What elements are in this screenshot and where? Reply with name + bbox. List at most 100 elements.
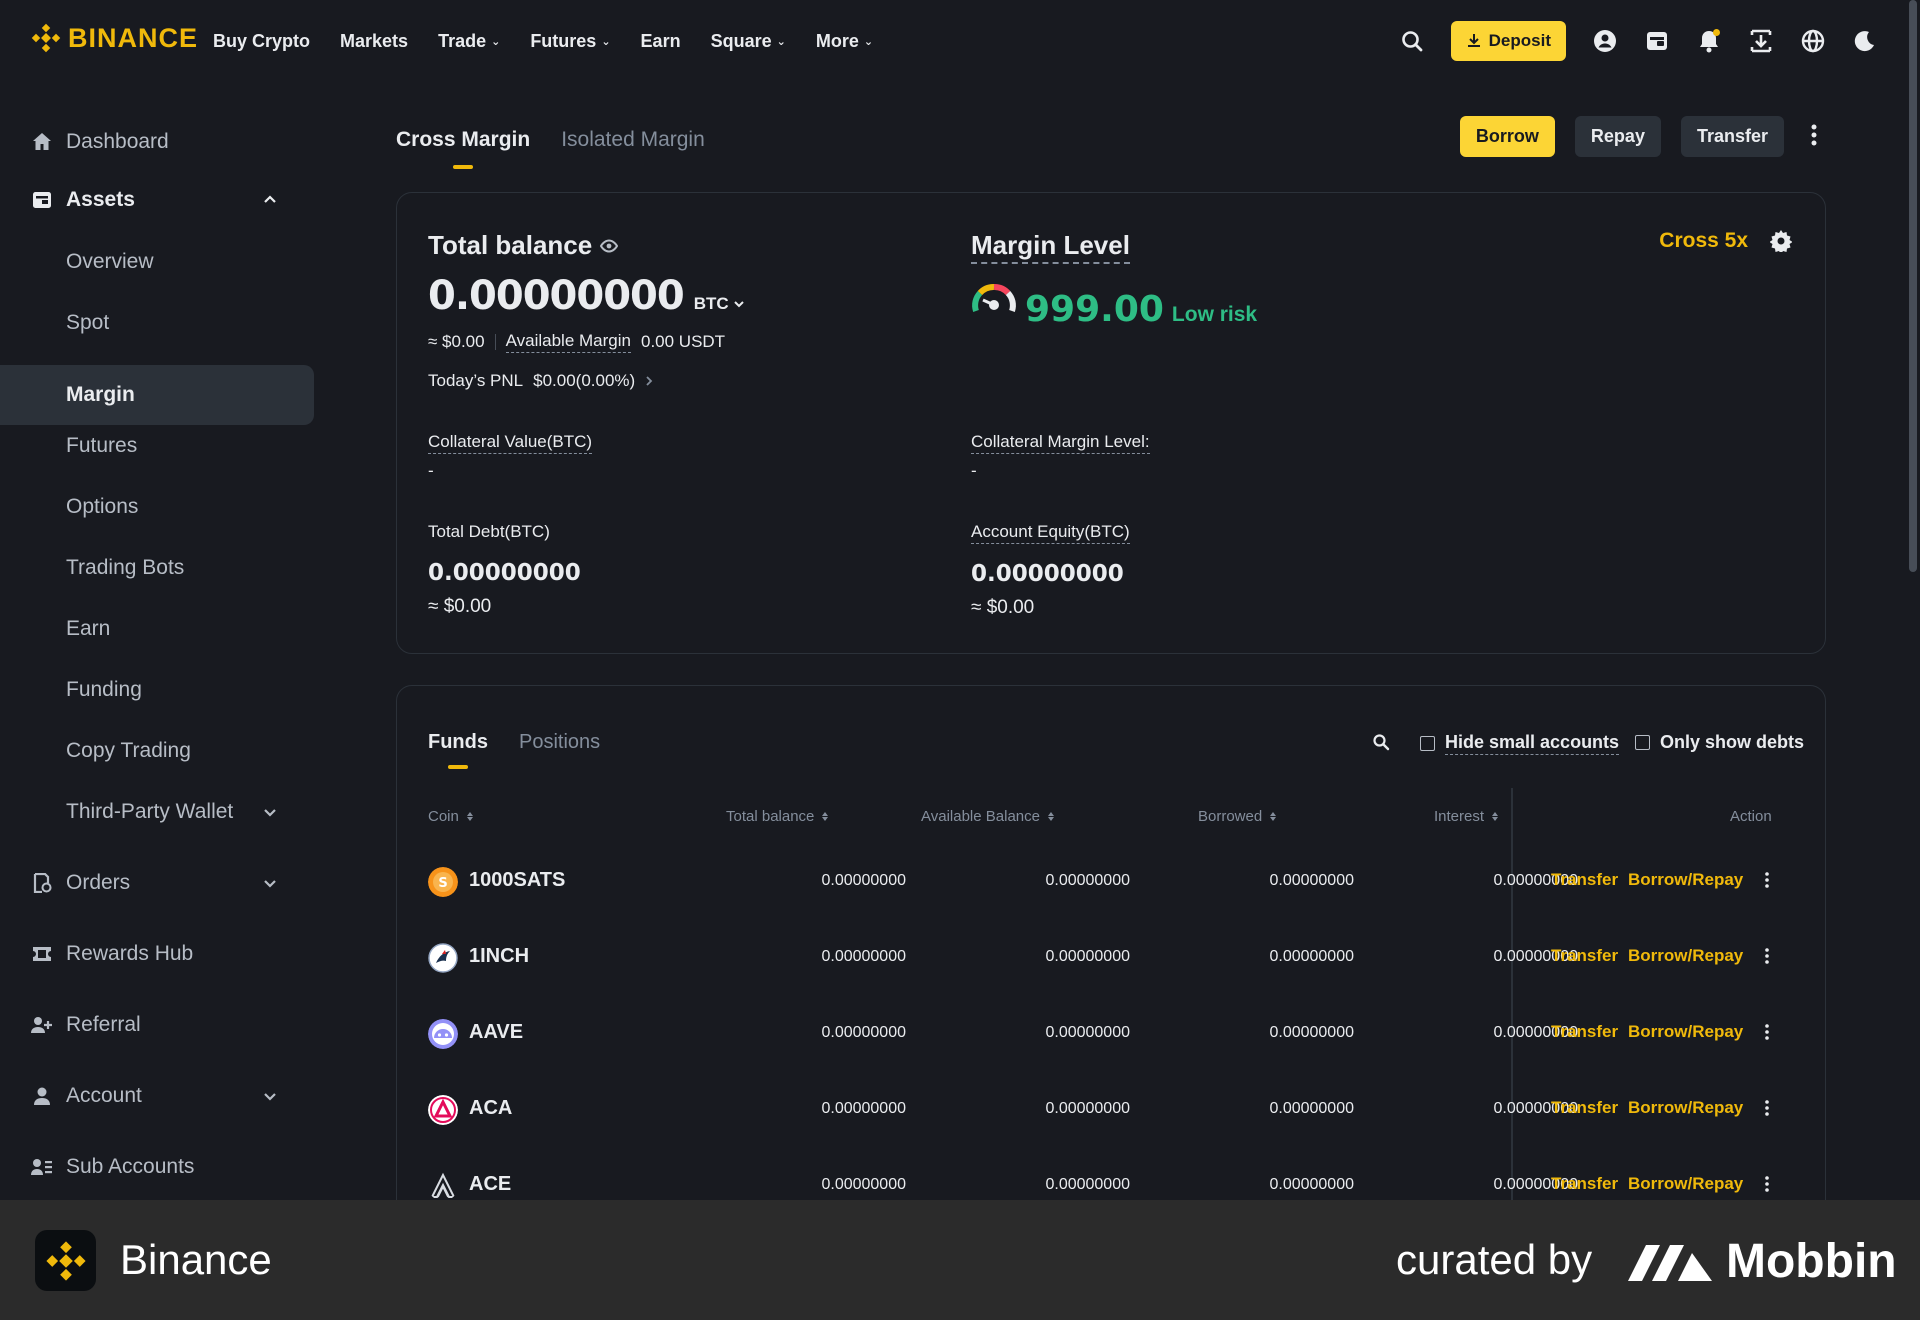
hide-small-accounts-label: Hide small accounts <box>1445 732 1620 755</box>
transfer-button[interactable]: Transfer <box>1680 116 1784 157</box>
home-icon <box>31 131 53 153</box>
sidebar-item-trading-bots[interactable]: Trading Bots <box>0 538 314 598</box>
total-debt-label: Total Debt(BTC) <box>428 522 550 541</box>
pnl-value: $0.00(0.00%) <box>533 371 636 390</box>
sidebar-item-overview[interactable]: Overview <box>0 232 314 292</box>
bell-icon[interactable] <box>1696 28 1722 54</box>
checkbox[interactable] <box>1635 735 1650 750</box>
more-options-icon[interactable] <box>1765 1100 1769 1116</box>
column-total-balance[interactable]: Total balance <box>726 808 829 825</box>
only-show-debts-checkbox[interactable]: Only show debts <box>1635 732 1804 753</box>
tab-funds[interactable]: Funds <box>428 731 488 754</box>
nav-earn[interactable]: Earn <box>641 31 681 52</box>
cross-leverage[interactable]: Cross 5x <box>1659 229 1748 253</box>
table-row: AAVE 0.00000000 0.00000000 0.00000000 0.… <box>397 996 1827 1072</box>
more-options-icon[interactable] <box>1811 124 1817 146</box>
currency-selector[interactable]: BTC <box>694 294 745 314</box>
deposit-button[interactable]: Deposit <box>1450 21 1566 61</box>
hide-small-accounts-checkbox[interactable]: Hide small accounts <box>1420 732 1620 755</box>
borrow-repay-link[interactable]: Borrow/Repay <box>1628 1174 1743 1194</box>
transfer-link[interactable]: Transfer <box>1551 946 1618 966</box>
sidebar-item-label: Rewards Hub <box>66 942 194 965</box>
search-icon[interactable] <box>1399 28 1425 54</box>
column-coin[interactable]: Coin <box>428 808 473 825</box>
nav-square[interactable]: Square ⌄ <box>711 31 786 52</box>
borrowed-cell: 0.00000000 <box>1269 1024 1354 1041</box>
download-app-icon[interactable] <box>1748 28 1774 54</box>
transfer-link[interactable]: Transfer <box>1551 1174 1618 1194</box>
risk-gauge-icon <box>972 284 1016 312</box>
nav-label: Buy Crypto <box>213 30 311 51</box>
mobbin-wordmark: Mobbin <box>1726 1235 1897 1288</box>
sidebar-item-funding[interactable]: Funding <box>0 660 314 720</box>
transfer-link[interactable]: Transfer <box>1551 1098 1618 1118</box>
chevron-down-icon <box>262 804 278 820</box>
column-borrowed[interactable]: Borrowed <box>1198 808 1277 825</box>
sidebar-item-account[interactable]: Account <box>0 1066 314 1126</box>
repay-button[interactable]: Repay <box>1574 116 1661 157</box>
transfer-link[interactable]: Transfer <box>1551 870 1618 890</box>
borrow-repay-link[interactable]: Borrow/Repay <box>1628 946 1743 966</box>
nav-futures[interactable]: Futures ⌄ <box>530 31 610 52</box>
borrow-repay-link[interactable]: Borrow/Repay <box>1628 1022 1743 1042</box>
sidebar-item-futures[interactable]: Futures <box>0 416 314 476</box>
sidebar-item-copy-trading[interactable]: Copy Trading <box>0 721 314 781</box>
borrow-repay-link[interactable]: Borrow/Repay <box>1628 1098 1743 1118</box>
sidebar-item-orders[interactable]: Orders <box>0 853 314 913</box>
collateral-margin-level-label[interactable]: Collateral Margin Level: <box>971 432 1150 454</box>
more-options-icon[interactable] <box>1765 1024 1769 1040</box>
1000sats-coin-icon: S <box>428 867 458 897</box>
sidebar-item-referral[interactable]: Referral <box>0 995 314 1055</box>
checkbox[interactable] <box>1420 736 1435 751</box>
borrow-repay-link[interactable]: Borrow/Repay <box>1628 870 1743 890</box>
more-options-icon[interactable] <box>1765 948 1769 964</box>
moon-icon[interactable] <box>1852 28 1878 54</box>
nav-buy-crypto[interactable]: Buy Crypto <box>213 31 310 52</box>
mobbin-footer: Binance curated by Mobbin <box>0 1200 1920 1320</box>
search-icon[interactable] <box>1372 733 1390 751</box>
sidebar-item-label: Options <box>66 495 139 518</box>
more-options-icon[interactable] <box>1765 872 1769 888</box>
sidebar-item-third-party-wallet[interactable]: Third-Party Wallet <box>0 782 314 842</box>
nav-markets[interactable]: Markets <box>340 31 408 52</box>
globe-icon[interactable] <box>1800 28 1826 54</box>
wallet-icon[interactable] <box>1644 28 1670 54</box>
sidebar-item-options[interactable]: Options <box>0 477 314 537</box>
todays-pnl[interactable]: Today’s PNL $0.00(0.00%) <box>428 371 653 391</box>
collateral-value-label[interactable]: Collateral Value(BTC) <box>428 432 593 454</box>
transfer-link[interactable]: Transfer <box>1551 1022 1618 1042</box>
account-equity-label[interactable]: Account Equity(BTC) <box>971 522 1130 544</box>
sidebar-item-rewards-hub[interactable]: Rewards Hub <box>0 924 314 984</box>
tab-cross-margin[interactable]: Cross Margin <box>396 128 530 152</box>
nav-label: Markets <box>340 30 409 51</box>
column-interest[interactable]: Interest <box>1434 808 1499 825</box>
footer-app-name: Binance <box>120 1236 272 1283</box>
nav-trade[interactable]: Trade ⌄ <box>438 31 500 52</box>
sidebar-item-dashboard[interactable]: Dashboard <box>0 112 314 172</box>
margin-level-title[interactable]: Margin Level <box>971 230 1130 264</box>
binance-logo-icon <box>31 23 61 53</box>
gear-icon[interactable] <box>1770 230 1792 252</box>
coin-name: 1000SATS <box>469 869 566 891</box>
user-icon[interactable] <box>1592 28 1618 54</box>
eye-icon[interactable] <box>600 238 619 253</box>
available-margin-label[interactable]: Available Margin <box>505 331 631 353</box>
sidebar-item-label: Orders <box>66 871 131 894</box>
tab-positions[interactable]: Positions <box>519 731 600 754</box>
available-balance-cell: 0.00000000 <box>1045 1024 1130 1041</box>
column-available-balance[interactable]: Available Balance <box>921 808 1054 825</box>
sidebar-item-assets[interactable]: Assets <box>0 170 314 230</box>
sidebar-item-earn[interactable]: Earn <box>0 599 314 659</box>
more-options-icon[interactable] <box>1765 1176 1769 1192</box>
column-label: Action <box>1730 808 1772 825</box>
nav-more[interactable]: More ⌄ <box>816 31 873 52</box>
binance-logo[interactable]: BINANCE <box>30 22 198 54</box>
sidebar-item-sub-accounts[interactable]: Sub Accounts <box>0 1137 314 1197</box>
scrollbar-thumb[interactable] <box>1909 0 1917 572</box>
tab-isolated-margin[interactable]: Isolated Margin <box>561 128 705 152</box>
only-show-debts-label: Only show debts <box>1660 732 1805 752</box>
sidebar-item-spot[interactable]: Spot <box>0 293 314 353</box>
collateral-margin-level-value: - <box>971 461 977 480</box>
scrollbar-track[interactable] <box>1906 0 1920 1200</box>
borrow-button[interactable]: Borrow <box>1459 116 1555 157</box>
